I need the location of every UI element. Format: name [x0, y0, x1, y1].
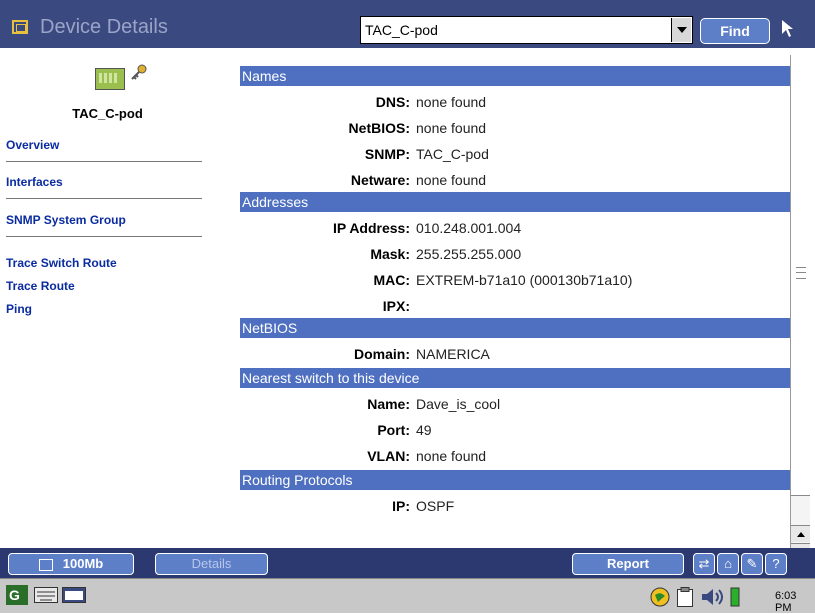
- speaker-icon[interactable]: [700, 587, 726, 612]
- sidebar: TAC_C-pod Overview Interfaces SNMP Syste…: [0, 48, 215, 548]
- switch-name-value: Dave_is_cool: [416, 396, 501, 412]
- routing-ip-label: IP:: [392, 498, 410, 514]
- keyboard-icon[interactable]: [34, 587, 58, 608]
- snmp-value: TAC_C-pod: [416, 146, 489, 162]
- network-speed-label: 100Mb: [62, 556, 104, 571]
- mac-label: MAC:: [373, 272, 410, 288]
- netbios-label: NetBIOS:: [348, 120, 410, 136]
- vlan-value: none found: [416, 448, 487, 464]
- netware-label: Netware:: [350, 172, 410, 188]
- domain-value: NAMERICA: [416, 346, 490, 362]
- os-taskbar: G 6:03 PM: [0, 578, 815, 614]
- device-select-value: TAC_C-pod: [365, 22, 438, 38]
- key-icon: [130, 64, 148, 82]
- section-header-nearest-switch: Nearest switch to this device: [240, 368, 790, 388]
- sidebar-item-trace-switch-route[interactable]: Trace Switch Route: [6, 256, 117, 270]
- device-name: TAC_C-pod: [72, 106, 143, 121]
- sidebar-item-interfaces[interactable]: Interfaces: [6, 175, 63, 189]
- sidebar-item-snmp-system-group[interactable]: SNMP System Group: [6, 213, 126, 227]
- help-icon[interactable]: ?: [765, 553, 787, 575]
- sidebar-divider: [6, 161, 202, 162]
- bottom-toolbar: 100Mb Details Report ⇄ ⌂ ✎ ?: [0, 548, 815, 578]
- chevron-down-icon[interactable]: [671, 18, 691, 42]
- window-list-icon[interactable]: [62, 587, 86, 608]
- device-select[interactable]: TAC_C-pod: [360, 16, 693, 44]
- section-header-names: Names: [240, 66, 790, 86]
- ip-address-value: 010.248.001.004: [416, 220, 522, 236]
- ipx-label: IPX:: [382, 298, 410, 314]
- network-icon: [38, 558, 53, 571]
- svg-text:G: G: [9, 587, 20, 603]
- window-title: Device Details: [40, 16, 168, 38]
- scroll-thumb[interactable]: [791, 55, 810, 496]
- routing-ip-value: OSPF: [416, 498, 455, 514]
- vlan-label: VLAN:: [367, 448, 410, 464]
- netware-value: none found: [416, 172, 487, 188]
- scroll-up-button[interactable]: [791, 525, 810, 542]
- mask-label: Mask:: [370, 246, 410, 262]
- dns-label: DNS:: [375, 94, 410, 110]
- tools-icon[interactable]: ✎: [741, 553, 763, 575]
- port-value: 49: [416, 422, 432, 438]
- clipboard-icon[interactable]: [676, 587, 694, 612]
- window-icon: [12, 20, 28, 34]
- port-label: Port:: [377, 422, 410, 438]
- details-button[interactable]: Details: [155, 553, 268, 575]
- section-header-addresses: Addresses: [240, 192, 790, 212]
- sidebar-item-trace-route[interactable]: Trace Route: [6, 279, 75, 293]
- find-button[interactable]: Find: [700, 18, 770, 44]
- section-header-netbios: NetBIOS: [240, 318, 790, 338]
- title-bar: Device Details TAC_C-pod Find: [0, 0, 815, 48]
- report-button[interactable]: Report: [572, 553, 684, 575]
- start-logo-icon[interactable]: G: [6, 585, 28, 610]
- dns-value: none found: [416, 94, 487, 110]
- domain-label: Domain:: [354, 346, 410, 362]
- switch-name-label: Name:: [367, 396, 410, 412]
- help-pointer-icon[interactable]: [780, 18, 800, 45]
- ip-address-label: IP Address:: [332, 220, 410, 236]
- sidebar-divider: [6, 198, 202, 199]
- signal-icon: [730, 587, 740, 612]
- sidebar-item-ping[interactable]: Ping: [6, 302, 32, 316]
- netbios-value: none found: [416, 120, 487, 136]
- sidebar-divider: [6, 236, 202, 237]
- section-header-routing-protocols: Routing Protocols: [240, 470, 790, 490]
- globe-icon[interactable]: [650, 587, 670, 612]
- sidebar-item-overview[interactable]: Overview: [6, 138, 59, 152]
- network-speed-button[interactable]: 100Mb: [8, 553, 134, 575]
- grip-icon: [796, 267, 806, 279]
- mac-value: EXTREM-b71a10 (000130b71a10): [416, 272, 633, 288]
- snmp-label: SNMP:: [364, 146, 410, 162]
- back-forward-icon[interactable]: ⇄: [693, 553, 715, 575]
- vertical-scrollbar[interactable]: [790, 55, 810, 570]
- switch-device-icon: [95, 68, 125, 90]
- home-icon[interactable]: ⌂: [717, 553, 739, 575]
- taskbar-clock: 6:03 PM: [775, 590, 797, 614]
- mask-value: 255.255.255.000: [416, 246, 522, 262]
